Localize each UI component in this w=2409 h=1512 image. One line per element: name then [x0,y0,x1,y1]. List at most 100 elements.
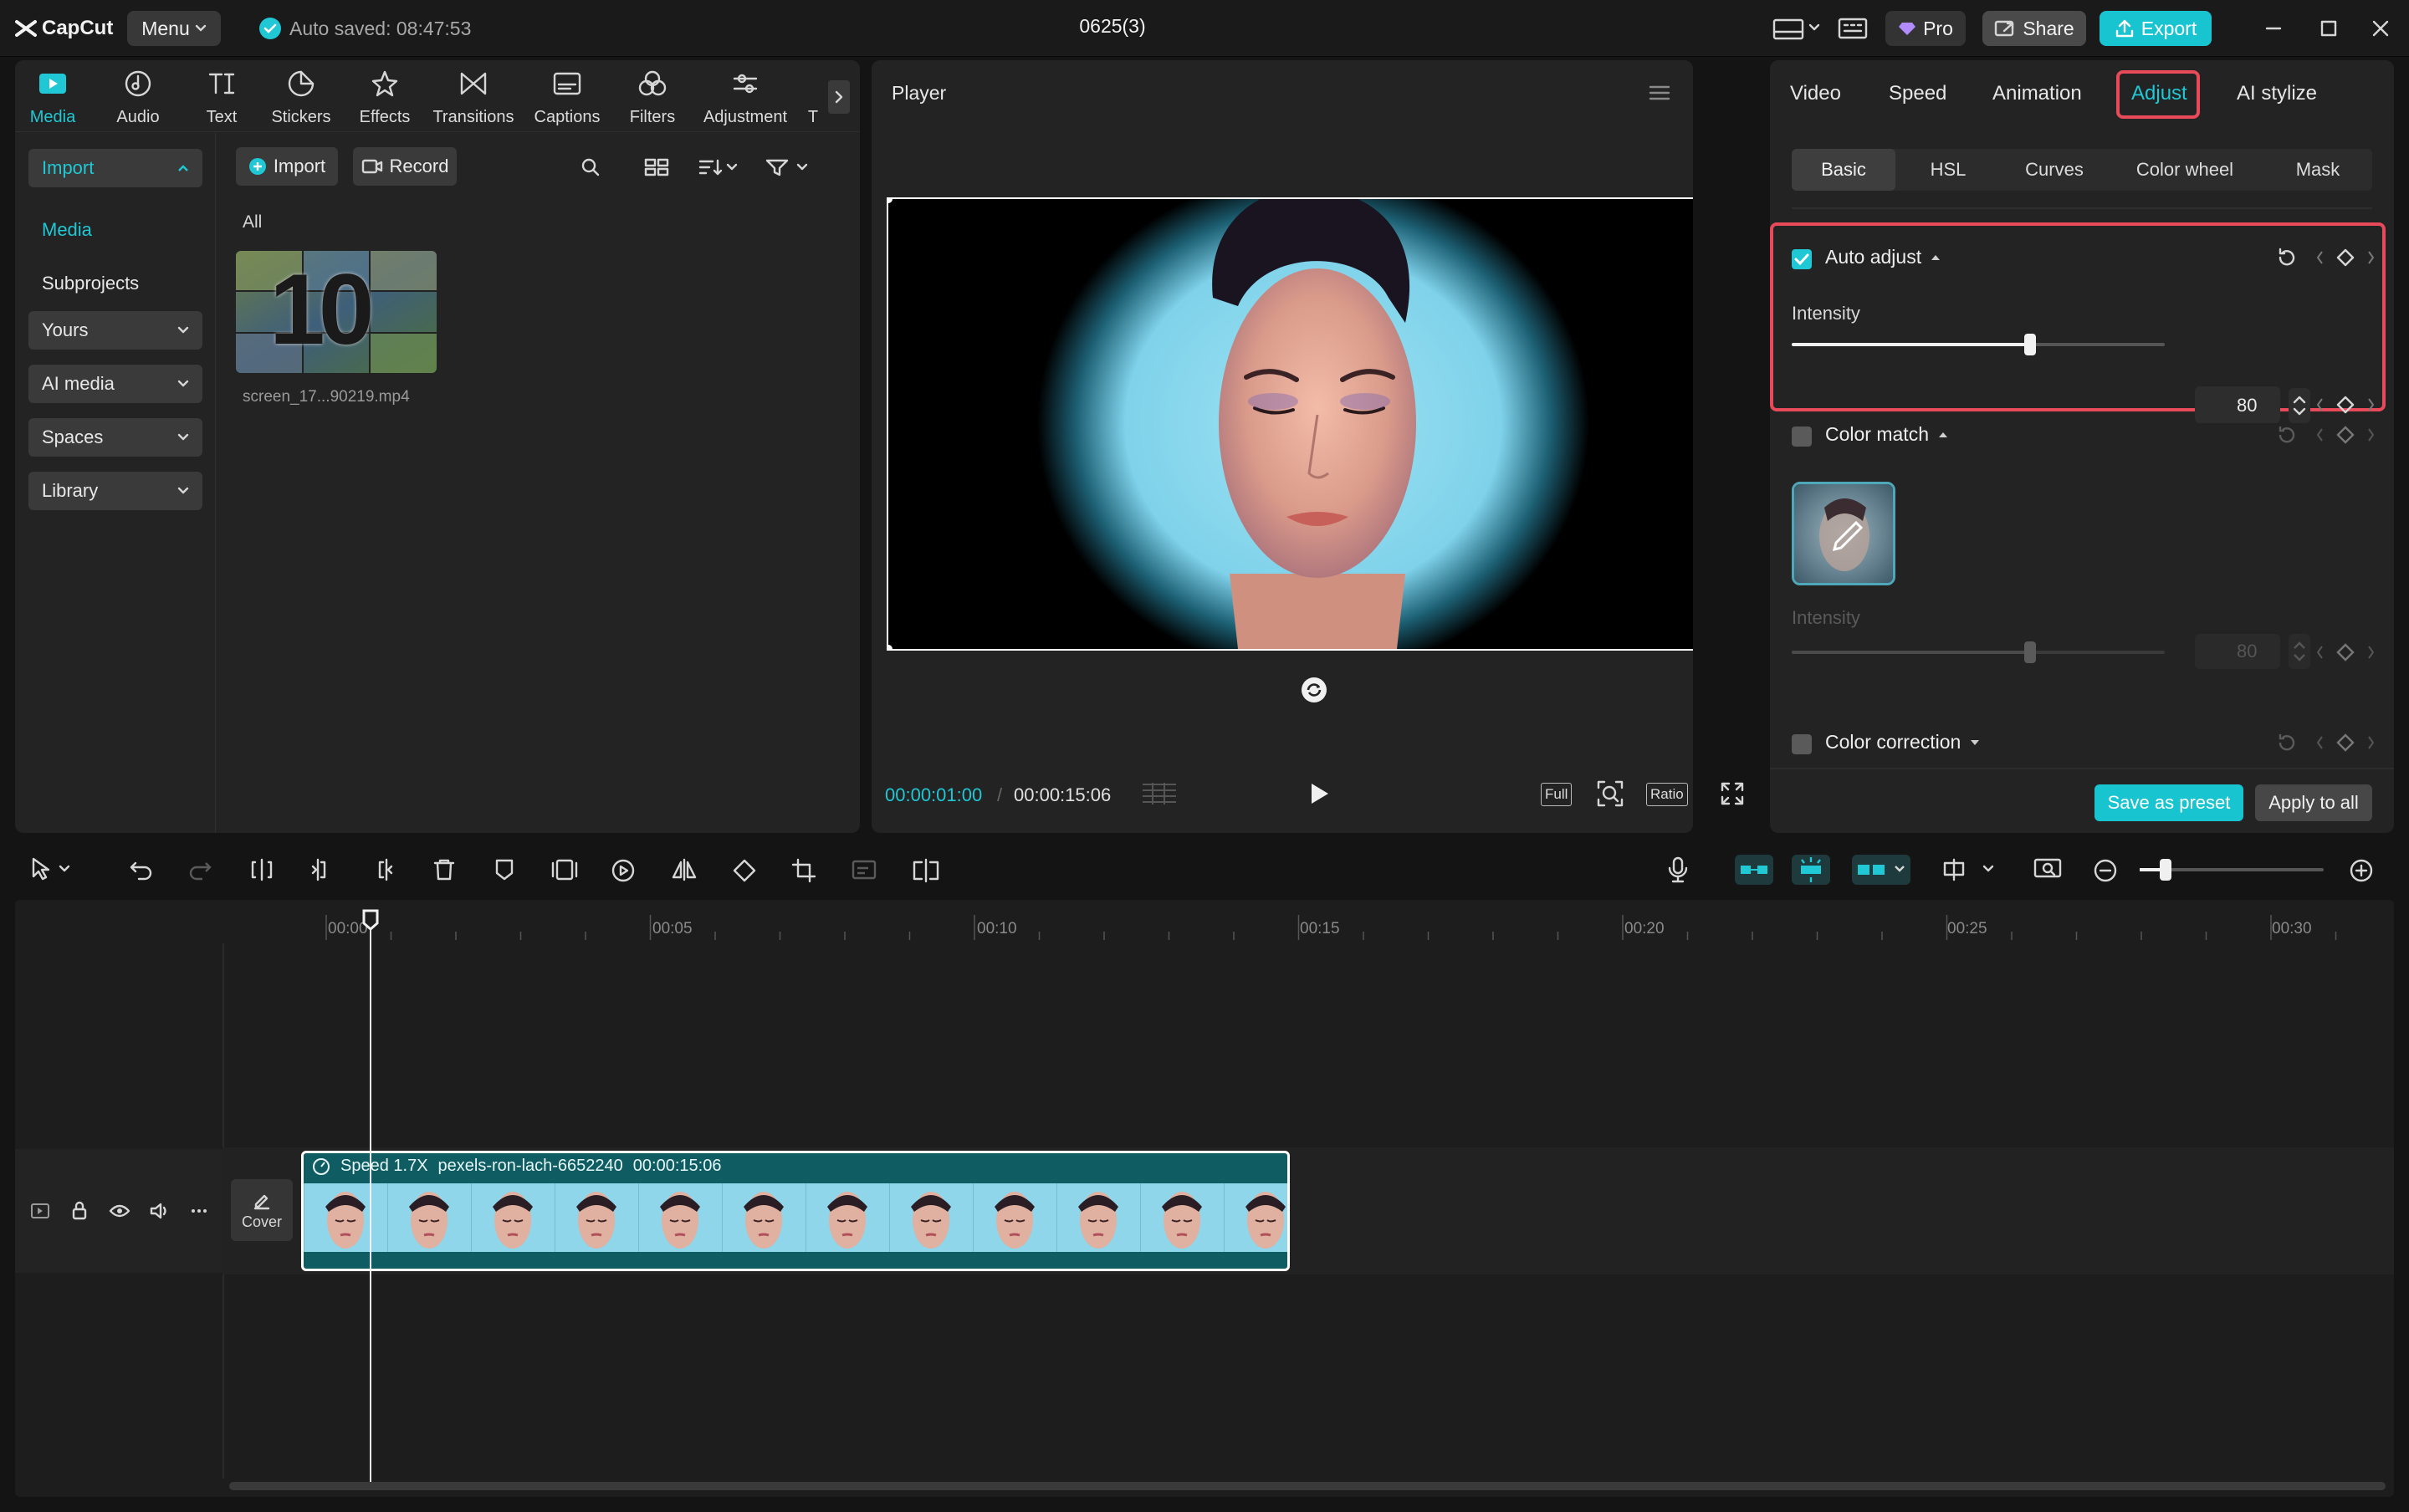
stepper-icon[interactable] [2289,634,2310,669]
link-clips-icon[interactable] [1852,855,1910,885]
tab-adjustment[interactable]: Adjustment [699,69,791,127]
keyframe-icon[interactable] [2315,425,2376,445]
track-type-icon[interactable] [30,1203,50,1219]
layout-icon[interactable] [1772,17,1825,40]
auto-adjust-checkbox[interactable] [1792,249,1812,269]
subtab-basic[interactable]: Basic [1792,149,1895,191]
sort-icon[interactable] [698,157,739,177]
subtab-curves[interactable]: Curves [2002,149,2106,191]
reset-icon[interactable] [2275,246,2299,269]
auto-snap-icon[interactable] [1792,855,1830,885]
auto-adjust-intensity-slider[interactable] [1792,334,2165,355]
shortcut-icon[interactable] [1837,17,1869,40]
menu-button[interactable]: Menu [127,11,221,46]
sidebar-item-ai-media[interactable]: AI media [28,365,202,403]
tab-filters[interactable]: Filters [627,69,678,127]
video-preview[interactable] [887,197,1693,651]
subtab-color-wheel[interactable]: Color wheel [2118,149,2252,191]
main-track-magnet-icon[interactable] [1735,855,1773,885]
crop-icon[interactable] [791,858,818,883]
speed-icon[interactable] [611,858,637,883]
lock-icon[interactable] [70,1201,89,1221]
reset-icon[interactable] [2275,731,2299,754]
auto-adjust-intensity-input[interactable]: 80 [2195,388,2280,423]
sidebar-item-media[interactable]: Media [42,219,92,241]
zoom-out-icon[interactable] [2093,858,2118,883]
color-match-intensity-slider[interactable] [1792,641,2165,663]
maximize-icon[interactable] [2319,18,2339,38]
sidebar-item-import[interactable]: Import [28,149,202,187]
import-button[interactable]: Import [236,147,338,186]
scroll-right-button[interactable] [828,80,850,114]
sidebar-item-subprojects[interactable]: Subprojects [42,273,139,294]
share-button[interactable]: Share [1982,11,2086,46]
zoom-to-fit-icon[interactable] [2033,856,2063,883]
playhead-handle[interactable] [361,908,380,932]
slider-thumb[interactable] [2024,334,2037,355]
trim-left-icon[interactable] [309,858,335,881]
subtab-hsl[interactable]: HSL [1905,149,1991,191]
tab-animation[interactable]: Animation [1992,82,2082,105]
project-title[interactable]: 0625(3) [1004,15,1221,38]
rotate-icon[interactable] [1300,676,1328,704]
record-button[interactable]: Record [353,147,457,186]
search-icon[interactable] [581,157,601,177]
save-as-preset-button[interactable]: Save as preset [2094,784,2243,821]
timeline-scrollbar[interactable] [229,1482,2386,1490]
tab-media[interactable]: Media [27,69,79,127]
tab-transitions[interactable]: Transitions [430,69,517,127]
cover-button[interactable]: Cover [231,1179,293,1241]
reset-icon[interactable] [2275,423,2299,447]
filter-all-label[interactable]: All [243,212,262,232]
select-tool-icon[interactable] [30,856,74,881]
color-match-header[interactable]: Color match [1825,423,1949,446]
smart-crop-icon[interactable] [912,858,940,883]
color-correction-header[interactable]: Color correction [1825,731,1981,753]
marker-icon[interactable] [492,858,517,881]
zoom-slider-thumb[interactable] [2160,859,2171,881]
sidebar-item-spaces[interactable]: Spaces [28,418,202,457]
freeze-frame-icon[interactable] [550,858,579,881]
full-quality-button[interactable]: Full [1541,783,1573,806]
zoom-fit-icon[interactable] [1596,779,1624,808]
color-match-intensity-input[interactable]: 80 [2195,634,2280,669]
tab-effects[interactable]: Effects [355,69,415,127]
grid-view-icon[interactable] [644,157,669,177]
tab-templates[interactable]: T [805,69,821,127]
fullscreen-icon[interactable] [1720,781,1745,806]
tab-text[interactable]: Text [201,69,243,127]
microphone-icon[interactable] [1666,856,1690,883]
subtab-mask[interactable]: Mask [2268,149,2367,191]
more-options-icon[interactable] [189,1201,209,1221]
audio-volume-icon[interactable] [149,1201,171,1221]
sidebar-item-library[interactable]: Library [28,472,202,510]
redo-icon[interactable] [187,858,212,881]
apply-to-all-button[interactable]: Apply to all [2255,784,2372,821]
timeline-zoom-slider[interactable] [2140,859,2324,881]
tab-ai-stylize[interactable]: AI stylize [2237,82,2317,105]
tab-stickers[interactable]: Stickers [268,69,335,127]
eye-icon[interactable] [109,1203,130,1219]
video-clip[interactable]: Speed 1.7X pexels-ron-lach-6652240 00:00… [301,1151,1290,1271]
time-ruler[interactable]: 00:00 00:05 00:10 00:15 00:20 00:25 00:3… [303,900,2394,943]
delete-icon[interactable] [432,858,457,881]
ratio-button[interactable]: Ratio [1646,783,1688,806]
trim-right-icon[interactable] [370,858,395,881]
stepper-icon[interactable] [2289,388,2310,423]
timecode-grid-icon[interactable] [1141,781,1178,808]
subtitle-edit-icon[interactable] [852,858,880,881]
keyframe-icon[interactable] [2315,733,2376,753]
undo-icon[interactable] [129,858,154,881]
playhead[interactable] [370,915,371,1484]
tab-captions[interactable]: Captions [530,69,604,127]
sidebar-item-yours[interactable]: Yours [28,311,202,350]
mirror-icon[interactable] [671,858,698,881]
preview-axis-icon[interactable] [1942,856,1999,883]
media-item-thumbnail[interactable]: 10 [236,251,437,373]
color-match-checkbox[interactable] [1792,427,1812,447]
rotate-clip-icon[interactable] [731,858,758,883]
zoom-in-icon[interactable] [2349,858,2374,883]
split-icon[interactable] [249,858,274,881]
filter-icon[interactable] [765,157,810,177]
slider-thumb[interactable] [2024,641,2037,663]
